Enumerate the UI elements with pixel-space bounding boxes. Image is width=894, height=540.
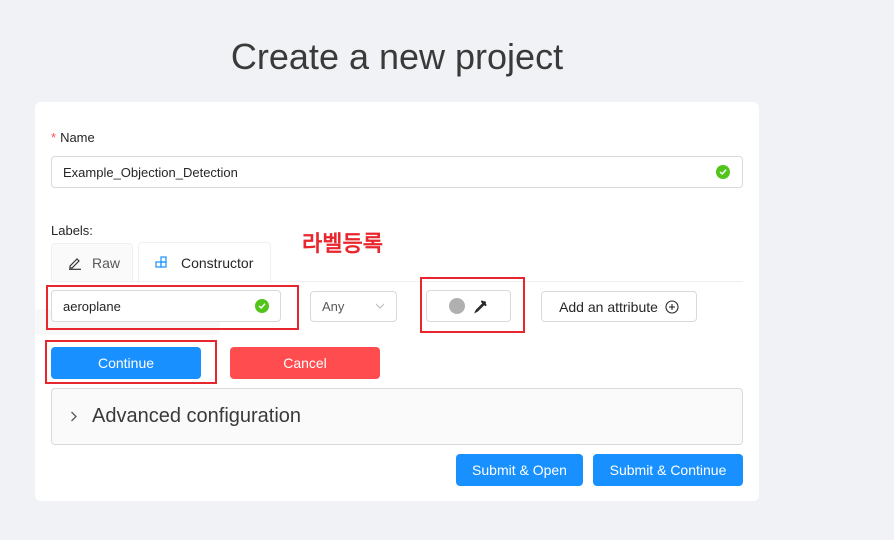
pencil-icon: [68, 256, 82, 270]
constructor-icon: [155, 256, 169, 270]
chevron-down-icon: [375, 303, 385, 310]
add-attribute-button[interactable]: Add an attribute: [541, 291, 697, 322]
labels-title: Labels:: [51, 223, 93, 238]
name-input-value: Example_Objection_Detection: [63, 164, 238, 180]
name-label-text: Name: [60, 130, 95, 145]
tab-constructor-label: Constructor: [181, 255, 254, 271]
valid-check-icon: [716, 165, 730, 179]
annotation-box-continue: [45, 340, 217, 384]
annotation-box-label-name: [46, 285, 299, 330]
required-mark: *: [51, 130, 57, 145]
add-attribute-label: Add an attribute: [559, 298, 658, 315]
tab-constructor[interactable]: Constructor: [138, 242, 271, 283]
tab-raw-label: Raw: [92, 255, 121, 271]
cancel-button[interactable]: Cancel: [230, 347, 380, 379]
chevron-right-icon: [70, 409, 78, 425]
annotation-text: 라벨등록: [302, 232, 383, 257]
page-title: Create a new project: [230, 36, 564, 77]
advanced-configuration-panel[interactable]: Advanced configuration: [51, 388, 743, 445]
name-label: * Name: [51, 130, 95, 145]
name-input[interactable]: Example_Objection_Detection: [51, 156, 743, 188]
submit-open-button[interactable]: Submit & Open: [456, 454, 583, 486]
plus-circle-icon: [665, 299, 679, 314]
tab-divider: [51, 281, 743, 282]
submit-continue-button[interactable]: Submit & Continue: [593, 454, 743, 486]
label-type-value: Any: [322, 299, 345, 314]
annotation-box-color: [420, 277, 525, 333]
label-type-select[interactable]: Any: [310, 291, 397, 322]
advanced-configuration-label: Advanced configuration: [92, 405, 302, 427]
tab-raw[interactable]: Raw: [51, 243, 133, 282]
